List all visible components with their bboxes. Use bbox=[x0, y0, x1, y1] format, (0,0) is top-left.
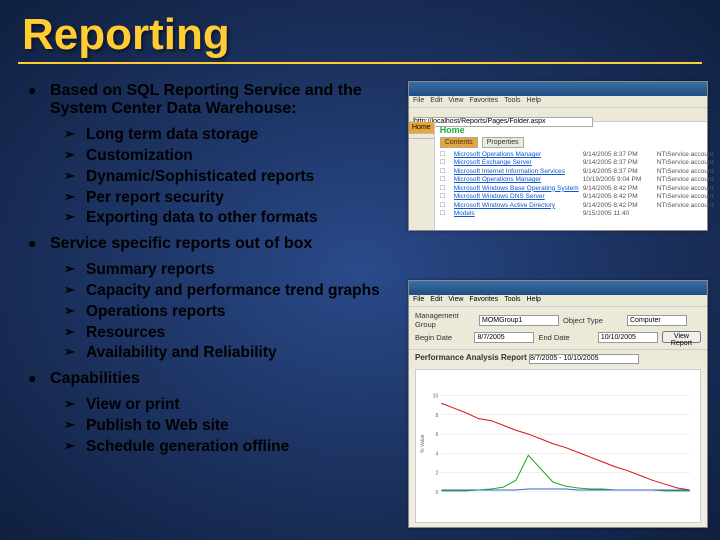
sub-item: Exporting data to other formats bbox=[64, 208, 390, 229]
report-daterange[interactable] bbox=[529, 354, 639, 364]
bullet-2-sub: Summary reports Capacity and performance… bbox=[64, 260, 390, 365]
report-row[interactable]: ☐Microsoft Windows DNS Server9/14/2005 8… bbox=[440, 193, 720, 201]
mg-input[interactable] bbox=[479, 315, 559, 326]
report-row[interactable]: ☐Microsoft Operations Manager9/14/2005 8… bbox=[440, 151, 720, 159]
report-row[interactable]: ☐Microsoft Internet Information Services… bbox=[440, 168, 720, 176]
svg-text:6: 6 bbox=[435, 432, 438, 438]
report-row[interactable]: ☐Models9/15/2005 11:40 bbox=[440, 210, 720, 218]
report-title: Performance Analysis Report bbox=[415, 353, 527, 362]
sub-item: Customization bbox=[64, 146, 390, 167]
rm-tabs: Contents Properties bbox=[440, 137, 720, 148]
chart-svg: 0 2 4 6 8 10 % Value bbox=[416, 370, 700, 523]
sub-item: Availability and Reliability bbox=[64, 343, 390, 364]
sub-item: Publish to Web site bbox=[64, 416, 390, 437]
bullet-3-sub: View or print Publish to Web site Schedu… bbox=[64, 395, 390, 458]
sub-item: Capacity and performance trend graphs bbox=[64, 281, 390, 302]
screenshot-report-manager: FileEditViewFavoritesToolsHelp Home Home… bbox=[408, 81, 708, 231]
sub-item: Operations reports bbox=[64, 302, 390, 323]
browser-menu: FileEditViewFavoritesToolsHelp bbox=[409, 96, 707, 108]
report-row[interactable]: ☐Microsoft Windows Active Directory9/14/… bbox=[440, 202, 720, 210]
svg-text:% Value: % Value bbox=[420, 434, 426, 453]
report-header: Performance Analysis Report bbox=[409, 350, 707, 367]
tab-properties[interactable]: Properties bbox=[482, 137, 524, 148]
end-label: End Date bbox=[538, 333, 593, 342]
bullet-1-text: Based on SQL Reporting Service and the S… bbox=[50, 82, 362, 117]
bullet-3: Capabilities View or print Publish to We… bbox=[28, 370, 390, 457]
svg-text:4: 4 bbox=[435, 451, 438, 457]
sub-item: Resources bbox=[64, 323, 390, 344]
report-list-area: Home Contents Properties ☐Microsoft Oper… bbox=[435, 122, 720, 230]
address-bar bbox=[409, 108, 707, 122]
window-titlebar bbox=[409, 82, 707, 96]
bullet-2: Service specific reports out of box Summ… bbox=[28, 235, 390, 364]
svg-text:8: 8 bbox=[435, 412, 438, 418]
sub-item: Summary reports bbox=[64, 260, 390, 281]
bullet-1: Based on SQL Reporting Service and the S… bbox=[28, 82, 390, 229]
sub-item: Long term data storage bbox=[64, 125, 390, 146]
end-input[interactable] bbox=[598, 332, 658, 343]
sub-item: Dynamic/Sophisticated reports bbox=[64, 167, 390, 188]
tab-contents[interactable]: Contents bbox=[440, 137, 478, 148]
home-label: Home bbox=[440, 125, 720, 135]
svg-text:0: 0 bbox=[435, 489, 438, 495]
sub-item: Per report security bbox=[64, 188, 390, 209]
slide-content: Based on SQL Reporting Service and the S… bbox=[0, 74, 390, 458]
browser-menu: FileEditViewFavoritesToolsHelp bbox=[409, 295, 707, 307]
sub-item: Schedule generation offline bbox=[64, 437, 390, 458]
report-row[interactable]: ☐Microsoft Windows Base Operating System… bbox=[440, 185, 720, 193]
report-row[interactable]: ☐Microsoft Exchange Server9/14/2005 8:37… bbox=[440, 159, 720, 167]
begin-input[interactable] bbox=[474, 332, 534, 343]
report-params-form: Management Group Object Type Begin Date … bbox=[409, 307, 707, 350]
slide-title: Reporting bbox=[0, 0, 720, 60]
view-report-button[interactable]: View Report bbox=[662, 331, 701, 343]
svg-text:10: 10 bbox=[433, 393, 439, 399]
screenshot-perf-report: FileEditViewFavoritesToolsHelp Managemen… bbox=[408, 280, 708, 528]
bullet-1-sub: Long term data storage Customization Dyn… bbox=[64, 125, 390, 230]
side-panel: Home bbox=[409, 122, 435, 230]
window-titlebar bbox=[409, 281, 707, 295]
bullet-2-text: Service specific reports out of box bbox=[50, 235, 312, 252]
perf-chart: 0 2 4 6 8 10 % Value bbox=[415, 369, 701, 524]
begin-label: Begin Date bbox=[415, 333, 470, 342]
mg-label: Management Group bbox=[415, 311, 475, 329]
side-tab-home[interactable]: Home bbox=[409, 122, 434, 134]
bullet-3-text: Capabilities bbox=[50, 370, 140, 387]
report-row[interactable]: ☐Microsoft Operations Manager10/19/2005 … bbox=[440, 176, 720, 184]
ot-label: Object Type bbox=[563, 316, 623, 325]
bullet-list: Based on SQL Reporting Service and the S… bbox=[28, 82, 390, 458]
svg-text:2: 2 bbox=[435, 470, 438, 476]
side-tab-blank[interactable] bbox=[409, 134, 434, 139]
title-underline bbox=[18, 62, 702, 64]
ot-input[interactable] bbox=[627, 315, 687, 326]
sub-item: View or print bbox=[64, 395, 390, 416]
